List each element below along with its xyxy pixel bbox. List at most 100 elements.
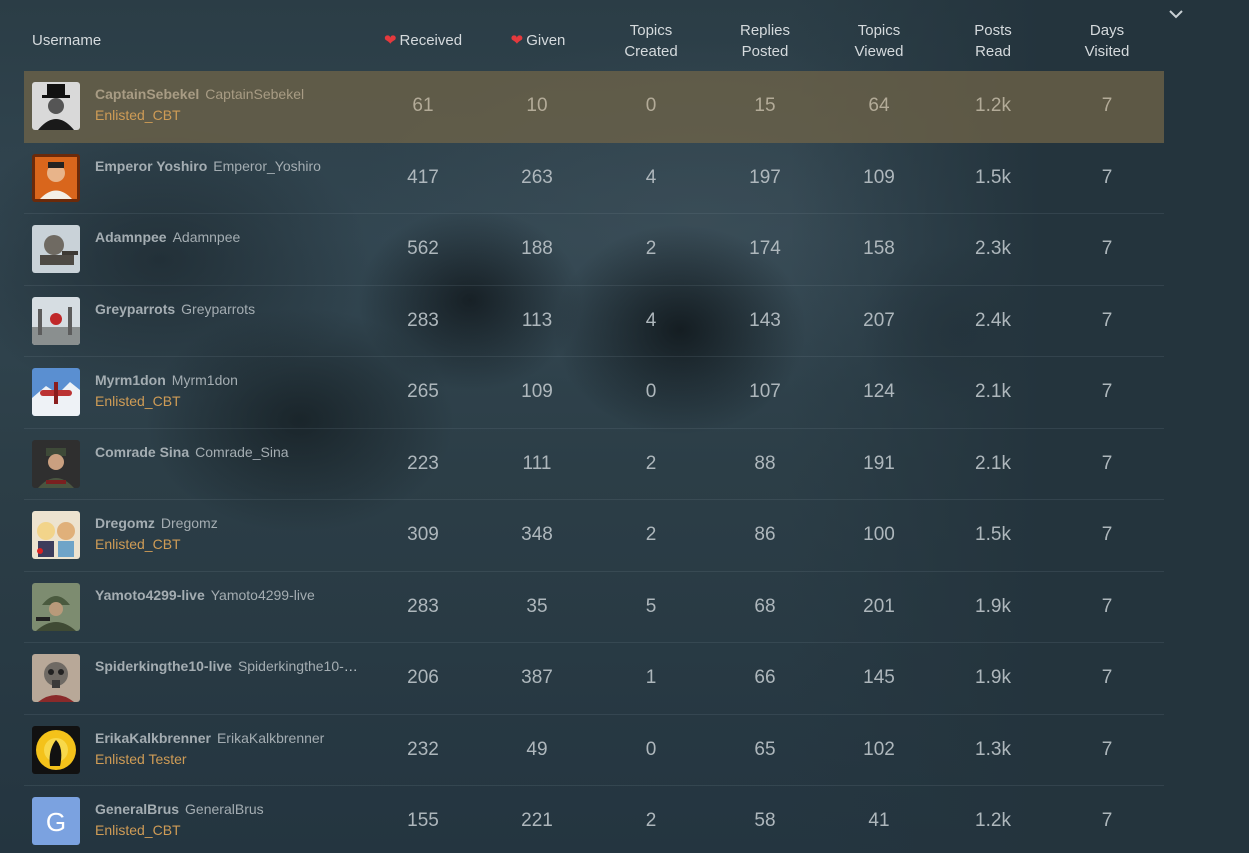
cell-given: 49 [526, 738, 548, 760]
column-replies-posted[interactable]: Replies Posted [710, 20, 820, 62]
cell-topics-created: 4 [645, 166, 657, 188]
column-posts-read[interactable]: Posts Read [938, 20, 1048, 62]
avatar[interactable]: G [32, 797, 80, 845]
cell-days-visited: 7 [1101, 309, 1113, 331]
user-title: Enlisted Tester [95, 750, 187, 767]
cell-given: 10 [526, 95, 548, 116]
column-given-label: Given [526, 32, 566, 49]
cell-posts-read: 1.9k [975, 667, 1011, 688]
cell-topics-viewed: 201 [863, 595, 895, 617]
column-days-visited[interactable]: Days Visited [1052, 20, 1162, 62]
full-name: Greyparrots [181, 300, 256, 317]
user-info: Dregomz Dregomz Enlisted_CBT [95, 513, 360, 555]
cell-topics-viewed: 158 [863, 238, 895, 259]
avatar[interactable] [32, 82, 80, 130]
cell-posts-read: 2.1k [975, 381, 1011, 402]
column-label-line: Topics [629, 22, 673, 39]
username-link[interactable]: ErikaKalkbrenner [95, 730, 211, 746]
cell-received: 562 [407, 238, 439, 259]
cell-topics-created: 5 [645, 595, 657, 617]
avatar[interactable] [32, 725, 80, 774]
table-row: Yamoto4299-live Yamoto4299-live 283 35 5 68 20… [24, 572, 1164, 643]
table-header: Username ❤ Received ❤ Given Topics Created… [24, 0, 1183, 71]
cell-topics-created: 2 [645, 238, 657, 259]
column-username[interactable]: Username [32, 30, 142, 51]
cell-given: 35 [526, 595, 548, 617]
user-title: Enlisted_CBT [95, 393, 181, 409]
user-title: Enlisted_CBT [95, 107, 181, 123]
cell-topics-viewed: 109 [863, 166, 895, 188]
avatar[interactable] [32, 439, 80, 488]
cell-topics-viewed: 145 [863, 667, 895, 688]
username-link[interactable]: Dregomz [95, 515, 155, 531]
column-received-label: Received [399, 32, 463, 49]
full-name: Spiderkingthe10-live [237, 658, 360, 674]
user-info: ErikaKalkbrenner ErikaKalkbrenner Enlisted… [95, 728, 360, 770]
cell-replies-posted: 197 [749, 166, 781, 188]
cell-replies-posted: 107 [749, 381, 781, 402]
cell-posts-read: 1.2k [975, 810, 1011, 831]
username-link[interactable]: Comrade Sina [95, 444, 189, 460]
table-row: Spiderkingthe10-live Spiderkingthe10-live… [24, 643, 1164, 715]
cell-days-visited: 7 [1101, 810, 1113, 831]
cell-received: 309 [407, 524, 439, 545]
avatar[interactable] [32, 654, 80, 702]
cell-topics-created: 1 [645, 667, 657, 688]
full-name: CaptainSebekel [205, 86, 305, 102]
user-info: Comrade Sina Comrade_Sina [95, 442, 360, 463]
column-topics-created[interactable]: Topics Created [596, 20, 706, 62]
username-link[interactable]: Yamoto4299-live [95, 587, 205, 603]
avatar[interactable] [32, 582, 80, 631]
cell-posts-read: 2.4k [975, 309, 1011, 331]
cell-topics-viewed: 100 [863, 524, 895, 545]
user-info: Emperor Yoshiro Emperor_Yoshiro [95, 156, 360, 177]
username-link[interactable]: Emperor Yoshiro [95, 158, 207, 174]
user-directory-table: Username ❤ Received ❤ Given Topics Created… [24, 0, 1183, 853]
username-link[interactable]: GeneralBrus [95, 801, 179, 817]
cell-topics-created: 0 [645, 738, 657, 760]
cell-posts-read: 2.3k [975, 238, 1011, 259]
column-topics-viewed[interactable]: Topics Viewed [824, 20, 934, 62]
username-link[interactable]: Myrm1don [95, 372, 166, 388]
cell-topics-created: 2 [645, 810, 657, 831]
cell-replies-posted: 86 [754, 524, 776, 545]
username-link[interactable]: Adamnpee [95, 229, 167, 245]
user-info: Spiderkingthe10-live Spiderkingthe10-live [95, 656, 360, 677]
cell-replies-posted: 66 [754, 667, 776, 688]
username-link[interactable]: Greyparrots [95, 301, 175, 317]
username-link[interactable]: CaptainSebekel [95, 86, 199, 102]
cell-topics-viewed: 124 [863, 381, 895, 402]
column-label-line: Viewed [854, 43, 904, 60]
full-name: GeneralBrus [185, 801, 264, 817]
cell-replies-posted: 174 [749, 238, 781, 259]
cell-received: 223 [407, 452, 439, 474]
user-title: Enlisted_CBT [95, 822, 181, 838]
user-info: Yamoto4299-live Yamoto4299-live [95, 585, 360, 606]
avatar[interactable] [32, 296, 80, 345]
avatar[interactable] [32, 511, 80, 559]
avatar[interactable] [32, 153, 80, 202]
user-title: Enlisted_CBT [95, 536, 181, 552]
column-username-label: Username [32, 32, 102, 49]
user-info: CaptainSebekel CaptainSebekel Enlisted_CBT [95, 84, 360, 126]
full-name: Adamnpee [172, 229, 241, 245]
cell-days-visited: 7 [1101, 238, 1113, 259]
column-given[interactable]: ❤ Given [483, 30, 593, 51]
cell-replies-posted: 68 [754, 595, 776, 617]
avatar[interactable] [32, 368, 80, 416]
username-link[interactable]: Spiderkingthe10-live [95, 658, 232, 674]
cell-given: 111 [522, 452, 552, 474]
column-label-line: Days [1089, 22, 1125, 39]
chevron-down-icon[interactable] [1168, 6, 1184, 22]
cell-received: 283 [407, 595, 439, 617]
user-directory-page: Username ❤ Received ❤ Given Topics Created… [0, 0, 1249, 853]
cell-received: 283 [407, 309, 439, 331]
user-info: Adamnpee Adamnpee [95, 227, 360, 248]
cell-topics-created: 2 [645, 452, 657, 474]
cell-days-visited: 7 [1101, 452, 1113, 474]
avatar[interactable] [32, 225, 80, 273]
column-received[interactable]: ❤ Received [368, 30, 478, 51]
cell-received: 61 [412, 95, 434, 116]
table-row: Greyparrots Greyparrots 283 113 4 143 207 2.4k 7 [24, 286, 1164, 357]
cell-days-visited: 7 [1101, 667, 1113, 688]
